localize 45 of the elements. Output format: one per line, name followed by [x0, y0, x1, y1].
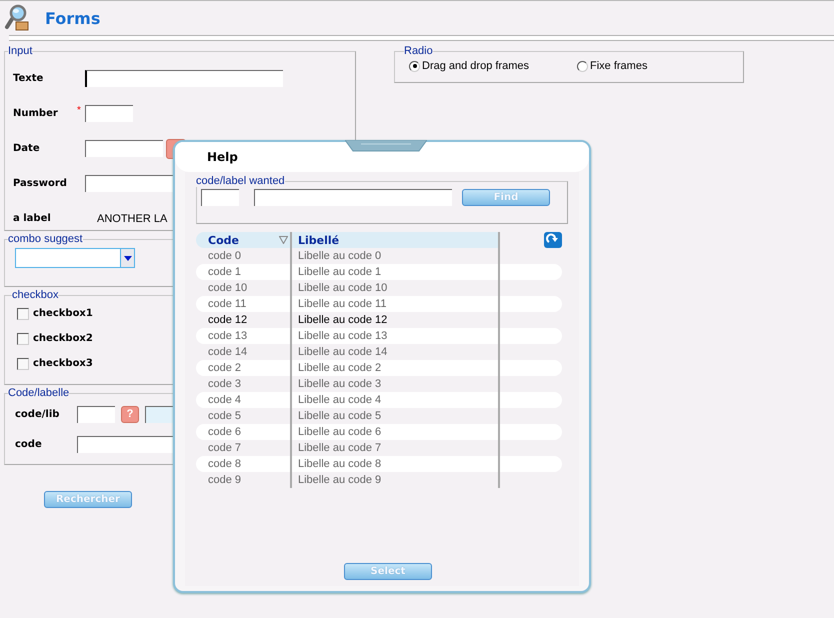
page-title: Forms	[45, 8, 100, 28]
table-cell: Libelle au code 9	[290, 472, 498, 488]
table-cell-text: code 11	[207, 297, 248, 312]
table-cell-text: code 12	[207, 313, 248, 328]
field-label: code	[15, 438, 43, 450]
group-legend: checkbox	[12, 289, 58, 301]
table-cell: Libelle au code 11	[290, 296, 498, 312]
table-cell-text: code 1	[207, 265, 242, 280]
group-legend: Input	[8, 45, 32, 57]
group-legend: Radio	[404, 45, 433, 57]
field-label: Texte	[13, 73, 44, 84]
field-label: a label	[13, 213, 52, 224]
field-label: Date	[13, 143, 41, 154]
group-legend: code/label wanted	[196, 175, 285, 187]
checkbox-label: checkbox3	[33, 358, 93, 369]
field-label: code/lib	[15, 408, 60, 420]
checkbox-label: checkbox1	[33, 308, 93, 319]
table-cell-text: code 4	[207, 393, 242, 408]
required-marker: *	[77, 105, 81, 116]
checkbox-label: checkbox2	[33, 333, 93, 344]
field-label: Password	[13, 178, 68, 189]
table-cell-text: code 5	[207, 409, 242, 424]
table-cell-text: code 3	[207, 377, 242, 392]
table-cell-text: code 9	[207, 473, 242, 488]
table-cell-text: code 7	[207, 441, 242, 456]
table-cell-text: code 14	[207, 345, 248, 360]
label-value: ANOTHER LA	[97, 212, 168, 224]
table-cell-text: code 2	[207, 361, 242, 376]
table-cell-text: code 8	[207, 457, 242, 472]
table-cell: Libelle au code 13	[290, 328, 498, 344]
table-cell-text: code 13	[207, 329, 248, 344]
table-cell-text: code 10	[207, 281, 248, 296]
table-cell-text: code 0	[207, 249, 242, 264]
group-legend: Code/labelle	[8, 387, 70, 399]
table-cell: Libelle au code 8	[290, 456, 498, 472]
table-cell: Libelle au code 1	[290, 264, 498, 280]
table-cell: Libelle au code 2	[290, 360, 498, 376]
group-legend: combo suggest	[8, 233, 83, 245]
field-label: Number	[13, 108, 59, 119]
radio-label: Fixe frames	[590, 60, 648, 72]
dialog-title: Help	[207, 150, 238, 164]
table-cell: Libelle au code 6	[290, 424, 498, 440]
table-cell: Libelle au code 4	[290, 392, 498, 408]
radio-label: Drag and drop frames	[422, 60, 529, 72]
table-cell-text: code 6	[207, 425, 242, 440]
